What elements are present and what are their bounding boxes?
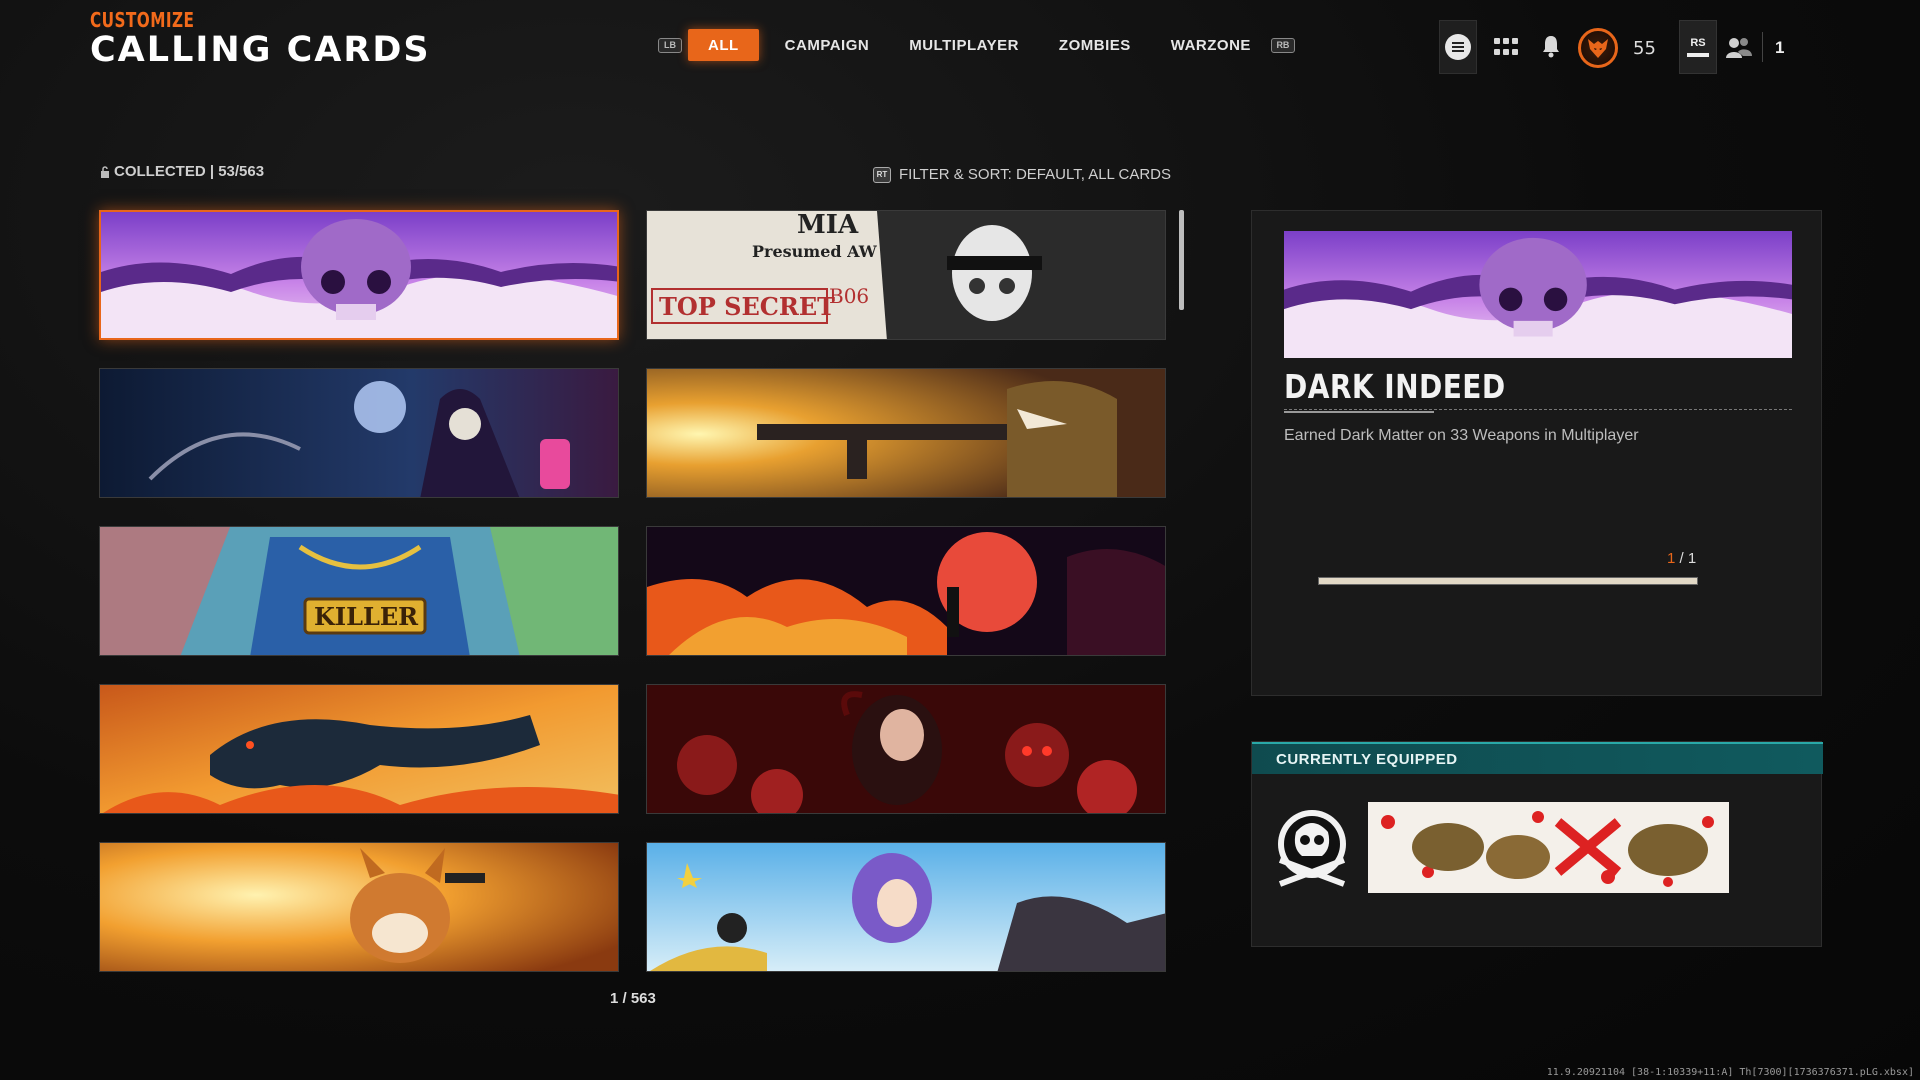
card-art-top-secret: MIA Presumed AW TOP SECRET B06 bbox=[647, 211, 1165, 339]
card-detail-image bbox=[1284, 231, 1792, 358]
divider bbox=[1762, 32, 1763, 62]
filter-label: FILTER & SORT: DEFAULT, ALL CARDS bbox=[899, 166, 1172, 183]
player-avatar[interactable] bbox=[1578, 28, 1618, 68]
apps-grid-icon[interactable] bbox=[1494, 38, 1518, 56]
progress-total: / 1 bbox=[1679, 550, 1697, 567]
tab-zombies[interactable]: ZOMBIES bbox=[1039, 29, 1151, 61]
progress-current: 1 bbox=[1667, 550, 1676, 567]
notification-bell-icon[interactable] bbox=[1541, 34, 1561, 58]
rs-button[interactable]: RS bbox=[1679, 20, 1717, 74]
currently-equipped-panel: CURRENTLY EQUIPPED bbox=[1251, 741, 1823, 947]
calling-card-fire-wolf[interactable] bbox=[99, 684, 619, 814]
card-detail-panel: DARK INDEED Earned Dark Matter on 33 Wea… bbox=[1251, 210, 1822, 696]
svg-text:MIA: MIA bbox=[797, 211, 859, 240]
menu-icon bbox=[1445, 34, 1471, 60]
player-level: 55 bbox=[1633, 38, 1656, 59]
card-art-skull-helmets bbox=[1368, 802, 1729, 893]
party-count: 1 bbox=[1775, 38, 1785, 57]
calling-card-red-moon[interactable] bbox=[646, 526, 1166, 656]
svg-text:TOP SECRET: TOP SECRET bbox=[659, 292, 835, 321]
equipped-heading: CURRENTLY EQUIPPED bbox=[1252, 742, 1823, 774]
filter-sort-button[interactable]: RT FILTER & SORT: DEFAULT, ALL CARDS bbox=[873, 166, 1171, 183]
card-art-corgi bbox=[100, 843, 618, 971]
lb-bumper-icon[interactable]: LB bbox=[658, 37, 682, 53]
tab-multiplayer[interactable]: MULTIPLAYER bbox=[889, 29, 1039, 61]
party-icon[interactable] bbox=[1726, 36, 1752, 60]
card-art-purple-skull bbox=[101, 212, 617, 338]
equipped-calling-card[interactable] bbox=[1368, 802, 1729, 893]
progress-bar bbox=[1318, 577, 1698, 585]
card-art-fire-wolf bbox=[100, 685, 618, 813]
card-art-red-skulls bbox=[647, 685, 1165, 813]
card-art-purple-skull-large bbox=[1284, 231, 1792, 358]
rs-bar-icon bbox=[1687, 53, 1709, 57]
svg-text:KILLER: KILLER bbox=[314, 602, 419, 631]
rt-button-icon: RT bbox=[873, 166, 891, 183]
page-counter: 1 / 563 bbox=[610, 990, 656, 1007]
card-art-reaper bbox=[100, 369, 618, 497]
calling-card-corgi[interactable] bbox=[99, 842, 619, 972]
tab-all[interactable]: ALL bbox=[688, 29, 759, 61]
card-art-killer: KILLER bbox=[100, 527, 618, 655]
skull-emblem-icon bbox=[1278, 810, 1346, 887]
calling-card-red-skulls[interactable] bbox=[646, 684, 1166, 814]
tab-warzone[interactable]: WARZONE bbox=[1151, 29, 1271, 61]
calling-card-top-secret[interactable]: MIA Presumed AW TOP SECRET B06 bbox=[646, 210, 1166, 340]
rb-bumper-icon[interactable]: RB bbox=[1270, 37, 1295, 53]
divider bbox=[1284, 409, 1792, 410]
calling-card-dino-rifle[interactable] bbox=[646, 368, 1166, 498]
calling-card-pirate[interactable] bbox=[646, 842, 1166, 972]
collected-count: COLLECTED | 53/563 bbox=[100, 163, 264, 180]
rs-label: RS bbox=[1690, 37, 1706, 49]
calling-card-dark-indeed[interactable] bbox=[99, 210, 619, 340]
page-title: CALLING CARDS bbox=[90, 30, 431, 70]
wolf-emblem-icon bbox=[1588, 39, 1608, 58]
card-art-dino-rifle bbox=[647, 369, 1165, 497]
card-art-pirate bbox=[647, 843, 1165, 971]
category-tabs: LB ALL CAMPAIGN MULTIPLAYER ZOMBIES WARZ… bbox=[658, 29, 1295, 61]
progress-fill bbox=[1319, 578, 1697, 584]
grid-scrollbar[interactable] bbox=[1179, 210, 1184, 310]
section-label: CUSTOMIZE bbox=[90, 8, 195, 32]
card-art-red-moon bbox=[647, 527, 1165, 655]
lock-icon bbox=[101, 165, 109, 178]
collected-label: COLLECTED | 53/563 bbox=[114, 163, 265, 180]
card-description: Earned Dark Matter on 33 Weapons in Mult… bbox=[1284, 427, 1639, 444]
svg-text:B06: B06 bbox=[829, 284, 869, 308]
menu-button[interactable] bbox=[1439, 20, 1477, 74]
calling-card-killer[interactable]: KILLER bbox=[99, 526, 619, 656]
divider-accent bbox=[1284, 411, 1434, 413]
calling-card-reaper[interactable] bbox=[99, 368, 619, 498]
tab-campaign[interactable]: CAMPAIGN bbox=[765, 29, 890, 61]
progress-text: 1 / 1 bbox=[1667, 550, 1696, 567]
build-info: 11.9.20921104 [38-1:10339+11:A] Th[7300]… bbox=[1546, 1067, 1914, 1078]
svg-text:Presumed AW: Presumed AW bbox=[752, 242, 878, 261]
card-title: DARK INDEED bbox=[1284, 367, 1506, 406]
